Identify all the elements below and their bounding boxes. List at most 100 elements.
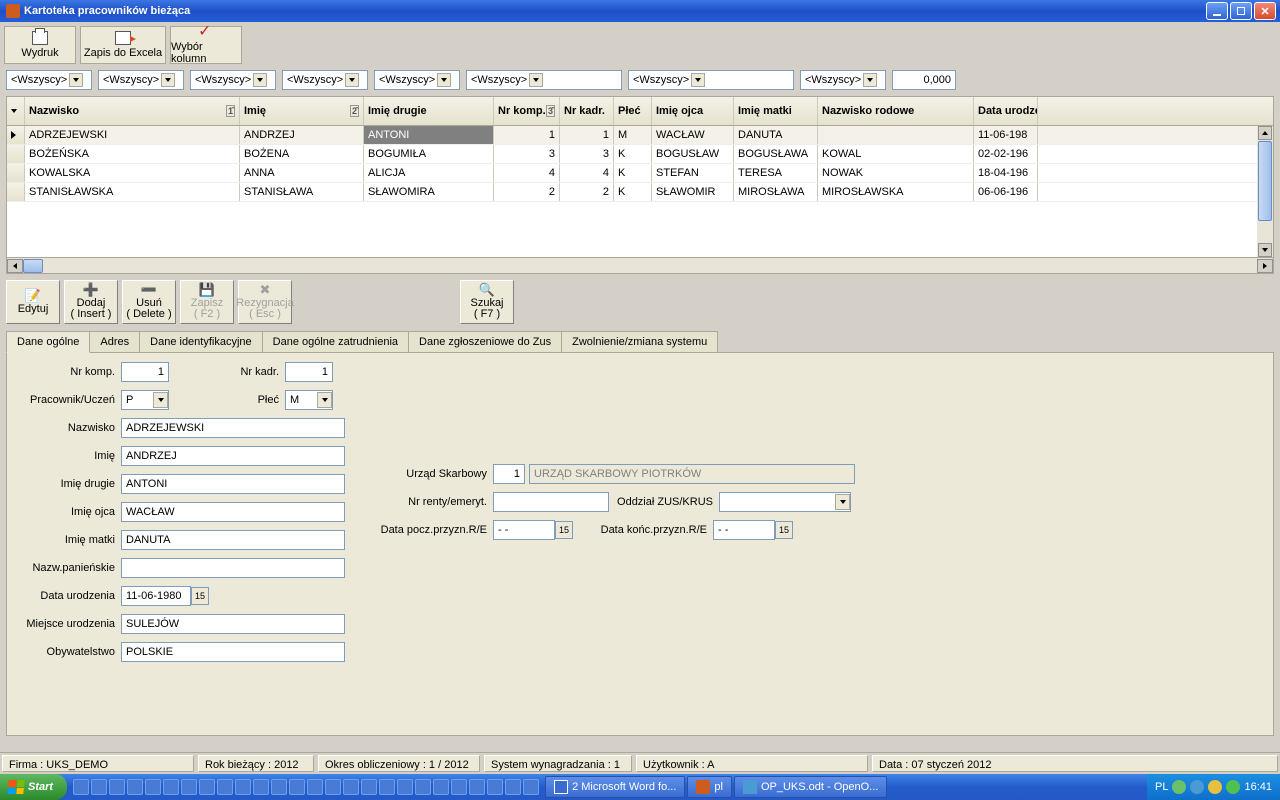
table-cell[interactable]: BOŻENA bbox=[240, 145, 364, 163]
table-cell[interactable] bbox=[7, 145, 25, 163]
col-imie-drugie[interactable]: Imię drugie bbox=[364, 97, 494, 125]
col-nazw-rodowe[interactable]: Nazwisko rodowe bbox=[818, 97, 974, 125]
table-row[interactable]: KOWALSKAANNAALICJA44KSTEFANTERESANOWAK18… bbox=[7, 164, 1273, 183]
col-indicator[interactable] bbox=[7, 97, 25, 125]
tab-dane-zatr[interactable]: Dane ogólne zatrudnienia bbox=[262, 331, 409, 353]
filter-5[interactable]: <Wszyscy> bbox=[374, 70, 460, 90]
col-nrkomp[interactable]: Nr komp.3̂ bbox=[494, 97, 560, 125]
table-cell[interactable]: BOGUSŁAW bbox=[652, 145, 734, 163]
ql-icon[interactable] bbox=[253, 779, 269, 795]
print-button[interactable]: Wydruk bbox=[4, 26, 76, 64]
ojciec-field[interactable]: WACŁAW bbox=[121, 502, 345, 522]
table-cell[interactable]: KOWAL bbox=[818, 145, 974, 163]
ql-icon[interactable] bbox=[505, 779, 521, 795]
table-cell[interactable] bbox=[7, 126, 25, 144]
table-cell[interactable]: 2 bbox=[494, 183, 560, 201]
table-cell[interactable]: 1 bbox=[494, 126, 560, 144]
ql-icon[interactable] bbox=[523, 779, 539, 795]
col-plec[interactable]: Płeć bbox=[614, 97, 652, 125]
close-button[interactable]: ✕ bbox=[1254, 2, 1276, 20]
table-cell[interactable]: 18-04-196 bbox=[974, 164, 1038, 182]
tray-icon[interactable] bbox=[1190, 780, 1204, 794]
clock[interactable]: 16:41 bbox=[1244, 781, 1272, 793]
renta-field[interactable] bbox=[493, 492, 609, 512]
tab-dane-ident[interactable]: Dane identyfikacyjne bbox=[139, 331, 263, 353]
tray-icon[interactable] bbox=[1226, 780, 1240, 794]
nazwisko-field[interactable]: ADRZEJEWSKI bbox=[121, 418, 345, 438]
edit-button[interactable]: 📝Edytuj bbox=[6, 280, 60, 324]
plec-select[interactable]: M bbox=[285, 390, 333, 410]
search-button[interactable]: 🔍Szukaj( F7 ) bbox=[460, 280, 514, 324]
table-cell[interactable]: STEFAN bbox=[652, 164, 734, 182]
tray-icon[interactable] bbox=[1172, 780, 1186, 794]
ql-icon[interactable] bbox=[379, 779, 395, 795]
ql-icon[interactable] bbox=[451, 779, 467, 795]
col-imie[interactable]: Imię2̂ bbox=[240, 97, 364, 125]
table-cell[interactable]: 3 bbox=[560, 145, 614, 163]
table-cell[interactable]: SŁAWOMIRA bbox=[364, 183, 494, 201]
pracownik-select[interactable]: P bbox=[121, 390, 169, 410]
ql-icon[interactable] bbox=[469, 779, 485, 795]
table-cell[interactable] bbox=[7, 183, 25, 201]
table-cell[interactable]: 06-06-196 bbox=[974, 183, 1038, 201]
date-picker-icon[interactable]: 15 bbox=[191, 587, 209, 605]
ql-icon[interactable] bbox=[127, 779, 143, 795]
urzad-nr-field[interactable]: 1 bbox=[493, 464, 525, 484]
table-row[interactable]: ADRZEJEWSKIANDRZEJANTONI11MWACŁAWDANUTA1… bbox=[7, 126, 1273, 145]
tab-dane-zus[interactable]: Dane zgłoszeniowe do Zus bbox=[408, 331, 562, 353]
datakonc-field[interactable]: - - bbox=[713, 520, 775, 540]
ql-icon[interactable] bbox=[487, 779, 503, 795]
date-picker-icon[interactable]: 15 bbox=[775, 521, 793, 539]
ql-icon[interactable] bbox=[325, 779, 341, 795]
filter-1[interactable]: <Wszyscy> bbox=[6, 70, 92, 90]
delete-button[interactable]: ➖Usuń( Delete ) bbox=[122, 280, 176, 324]
col-nazwisko[interactable]: Nazwisko1̂ bbox=[25, 97, 240, 125]
ql-icon[interactable] bbox=[163, 779, 179, 795]
filter-6[interactable]: <Wszyscy> bbox=[466, 70, 622, 90]
table-cell[interactable]: NOWAK bbox=[818, 164, 974, 182]
table-cell[interactable]: ANNA bbox=[240, 164, 364, 182]
filter-7[interactable]: <Wszyscy> bbox=[628, 70, 794, 90]
filter-4[interactable]: <Wszyscy> bbox=[282, 70, 368, 90]
table-cell[interactable]: 4 bbox=[494, 164, 560, 182]
table-cell[interactable]: MIROSŁAWA bbox=[734, 183, 818, 201]
col-imie-matki[interactable]: Imię matki bbox=[734, 97, 818, 125]
task-pl[interactable]: pl bbox=[687, 776, 732, 798]
table-cell[interactable] bbox=[7, 164, 25, 182]
table-cell[interactable]: DANUTA bbox=[734, 126, 818, 144]
table-cell[interactable]: 11-06-198 bbox=[974, 126, 1038, 144]
ql-icon[interactable] bbox=[145, 779, 161, 795]
imie-field[interactable]: ANDRZEJ bbox=[121, 446, 345, 466]
table-cell[interactable]: BOŻEŃSKA bbox=[25, 145, 240, 163]
obyw-field[interactable]: POLSKIE bbox=[121, 642, 345, 662]
ql-icon[interactable] bbox=[91, 779, 107, 795]
table-cell[interactable]: ADRZEJEWSKI bbox=[25, 126, 240, 144]
panienskie-field[interactable] bbox=[121, 558, 345, 578]
filter-3[interactable]: <Wszyscy> bbox=[190, 70, 276, 90]
ql-icon[interactable] bbox=[307, 779, 323, 795]
export-excel-button[interactable]: Zapis do Excela bbox=[80, 26, 166, 64]
tab-dane-ogolne[interactable]: Dane ogólne bbox=[6, 331, 90, 353]
minimize-button[interactable] bbox=[1206, 2, 1228, 20]
tab-zwolnienie[interactable]: Zwolnienie/zmiana systemu bbox=[561, 331, 718, 353]
imie2-field[interactable]: ANTONI bbox=[121, 474, 345, 494]
filter-2[interactable]: <Wszyscy> bbox=[98, 70, 184, 90]
table-cell[interactable]: K bbox=[614, 145, 652, 163]
ql-icon[interactable] bbox=[397, 779, 413, 795]
nrkomp-field[interactable]: 1 bbox=[121, 362, 169, 382]
ql-icon[interactable] bbox=[217, 779, 233, 795]
datapocz-field[interactable]: - - bbox=[493, 520, 555, 540]
ql-icon[interactable] bbox=[73, 779, 89, 795]
table-cell[interactable]: WACŁAW bbox=[652, 126, 734, 144]
start-button[interactable]: Start bbox=[0, 774, 67, 800]
table-cell[interactable]: M bbox=[614, 126, 652, 144]
add-button[interactable]: ➕Dodaj( Insert ) bbox=[64, 280, 118, 324]
maximize-button[interactable] bbox=[1230, 2, 1252, 20]
lang-indicator[interactable]: PL bbox=[1155, 781, 1168, 793]
table-cell[interactable]: K bbox=[614, 164, 652, 182]
table-cell[interactable]: ANTONI bbox=[364, 126, 494, 144]
table-cell[interactable]: TERESA bbox=[734, 164, 818, 182]
table-cell[interactable]: 4 bbox=[560, 164, 614, 182]
task-odt[interactable]: OP_UKS.odt - OpenO... bbox=[734, 776, 887, 798]
table-row[interactable]: BOŻEŃSKABOŻENABOGUMIŁA33KBOGUSŁAWBOGUSŁA… bbox=[7, 145, 1273, 164]
